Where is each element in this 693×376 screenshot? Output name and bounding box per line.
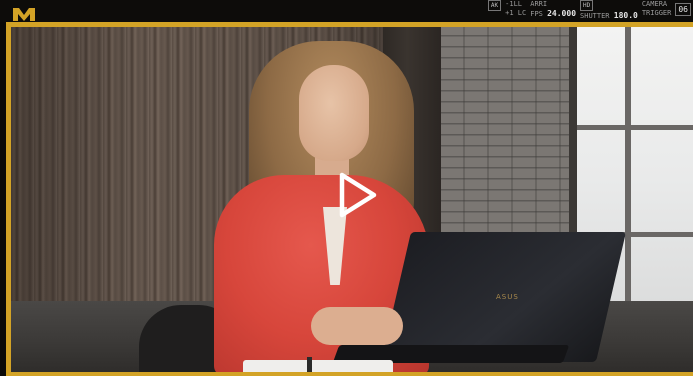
timecode: 06 [675, 3, 691, 16]
fps-label: FPS [530, 10, 543, 18]
mode-box: AK [487, 0, 502, 11]
shutter-label: SHUTTER [580, 12, 610, 20]
color-readout: -1LL +1 LC [505, 0, 526, 18]
notebook [243, 360, 393, 376]
hd-readout: HD SHUTTER 180.0 [580, 0, 638, 21]
trigger-readout: CAMERA TRIGGER [642, 0, 672, 18]
brand-logo-icon [13, 8, 35, 21]
person-face [299, 65, 369, 161]
camera-hud: AK -1LL +1 LC ARRI FPS 24.000 HD SHUTTER… [0, 0, 693, 22]
play-button[interactable] [333, 170, 383, 220]
window-mullion [625, 27, 631, 302]
fps-readout: FPS 24.000 [530, 9, 576, 19]
color-bottom: +1 LC [505, 9, 527, 17]
play-icon [339, 172, 377, 218]
fps-value: 24.000 [547, 9, 577, 18]
pen [307, 357, 312, 376]
shutter-value: 180.0 [613, 11, 638, 20]
video-player[interactable]: ASUS [6, 22, 693, 376]
shutter-readout: SHUTTER 180.0 [580, 11, 638, 21]
person-hand [311, 307, 403, 345]
hud-readouts: AK -1LL +1 LC ARRI FPS 24.000 HD SHUTTER… [487, 0, 691, 22]
color-top: -1LL [505, 0, 523, 8]
camera-readout: ARRI FPS 24.000 [530, 0, 576, 19]
trigger-bottom: TRIGGER [641, 9, 672, 17]
window-mullion [577, 125, 693, 130]
hd-box: HD [580, 0, 594, 11]
laptop-logo: ASUS [496, 293, 519, 301]
trigger-top: CAMERA [641, 0, 668, 8]
camera-model: ARRI [530, 0, 548, 8]
